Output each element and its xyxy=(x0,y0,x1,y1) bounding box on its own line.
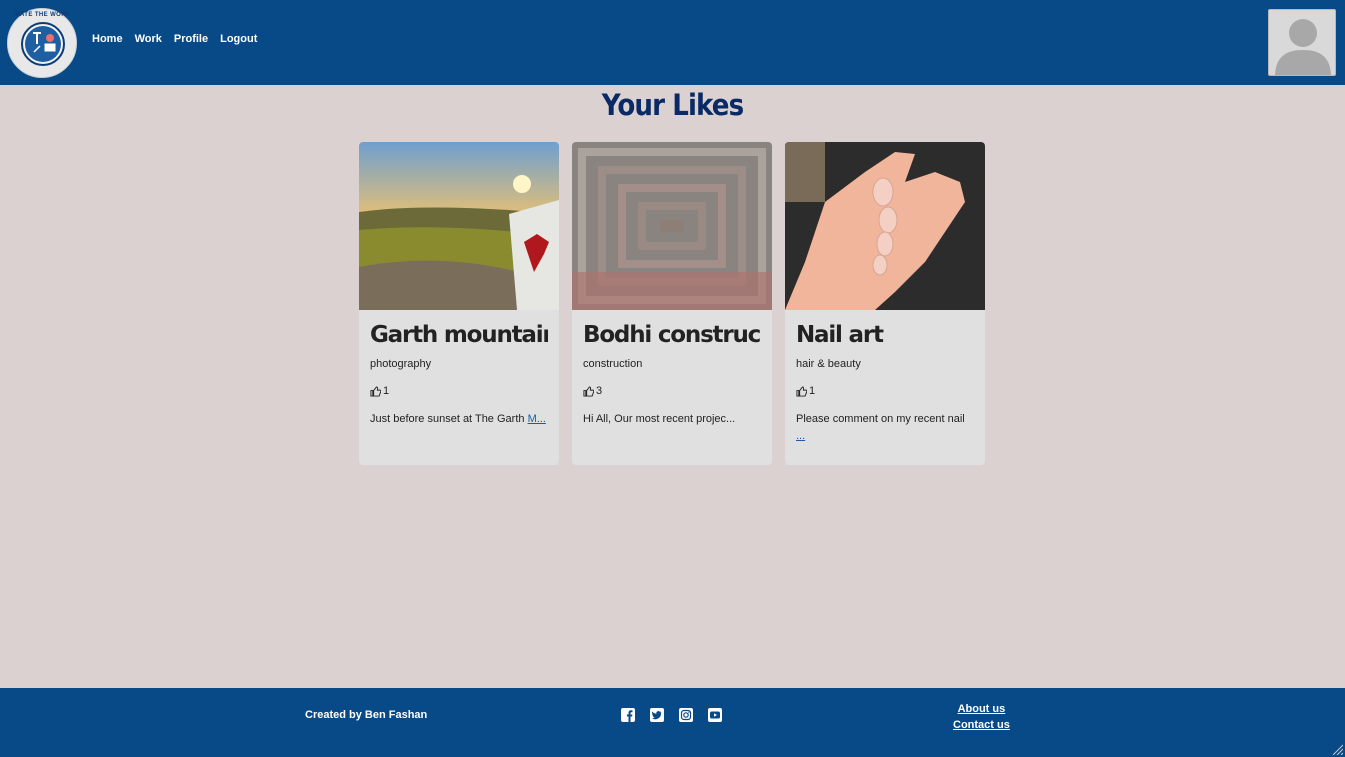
logo[interactable]: RATE THE WORK xyxy=(7,8,77,78)
logo-text: RATE THE WORK xyxy=(15,12,71,18)
card-description: Hi All, Our most recent projec... xyxy=(583,411,761,428)
post-image[interactable] xyxy=(359,142,559,310)
footer: Created by Ben Fashan About us Contact u… xyxy=(0,688,1345,757)
likes-count: 3 xyxy=(583,385,761,397)
thumbs-up-icon[interactable] xyxy=(583,385,594,397)
card-description-text: Please comment on my recent nail xyxy=(796,413,965,425)
card-description-text: Just before sunset at The Garth xyxy=(370,413,528,425)
card-category: photography xyxy=(370,358,432,370)
likes-number: 1 xyxy=(383,385,390,397)
contact-us-link[interactable]: Contact us xyxy=(953,719,1010,731)
logo-emblem xyxy=(21,22,65,66)
likes-number: 1 xyxy=(809,385,816,397)
likes-count: 1 xyxy=(796,385,974,397)
nav-work-link[interactable]: Work xyxy=(135,33,162,45)
likes-count: 1 xyxy=(370,385,548,397)
youtube-icon[interactable] xyxy=(707,707,723,723)
resize-handle-icon[interactable] xyxy=(1331,743,1343,755)
header: RATE THE WORK Home Work Profile Logout xyxy=(0,0,1345,85)
avatar[interactable] xyxy=(1268,9,1336,76)
page-title: Your Likes xyxy=(601,88,744,122)
card-title[interactable]: Garth mountain xyxy=(370,322,548,348)
nav-profile-link[interactable]: Profile xyxy=(174,33,208,45)
card-description: Please comment on my recent nail ... xyxy=(796,411,974,445)
card-category: hair & beauty xyxy=(796,358,861,370)
thumbs-up-icon[interactable] xyxy=(796,385,807,397)
card-description: Just before sunset at The Garth M... xyxy=(370,411,548,428)
instagram-icon[interactable] xyxy=(678,707,694,723)
footer-credit: Created by Ben Fashan xyxy=(305,709,428,721)
card-category: construction xyxy=(583,358,643,370)
about-us-link[interactable]: About us xyxy=(958,703,1006,715)
card-description-text: Hi All, Our most recent projec... xyxy=(583,413,736,425)
post-card[interactable]: Garth mountain photography 1 Just before… xyxy=(359,142,559,465)
read-more-link[interactable]: M... xyxy=(528,413,546,425)
post-image[interactable] xyxy=(785,142,985,310)
card-title[interactable]: Nail art xyxy=(796,322,974,348)
post-card[interactable]: Nail art hair & beauty 1 Please comment … xyxy=(785,142,985,465)
facebook-icon[interactable] xyxy=(620,707,636,723)
read-more-link[interactable]: ... xyxy=(796,430,805,442)
nav-home-link[interactable]: Home xyxy=(92,33,123,45)
card-title[interactable]: Bodhi construc... xyxy=(583,322,761,348)
twitter-icon[interactable] xyxy=(649,707,665,723)
likes-number: 3 xyxy=(596,385,603,397)
tools-icon xyxy=(25,26,61,62)
nav-logout-link[interactable]: Logout xyxy=(220,33,257,45)
post-card[interactable]: Bodhi construc... construction 3 Hi All,… xyxy=(572,142,772,465)
user-avatar-icon xyxy=(1275,19,1331,75)
post-image[interactable] xyxy=(572,142,772,310)
footer-links: About us Contact us xyxy=(953,703,1010,731)
thumbs-up-icon[interactable] xyxy=(370,385,381,397)
main-nav: Home Work Profile Logout xyxy=(92,33,257,45)
social-links xyxy=(620,707,723,723)
